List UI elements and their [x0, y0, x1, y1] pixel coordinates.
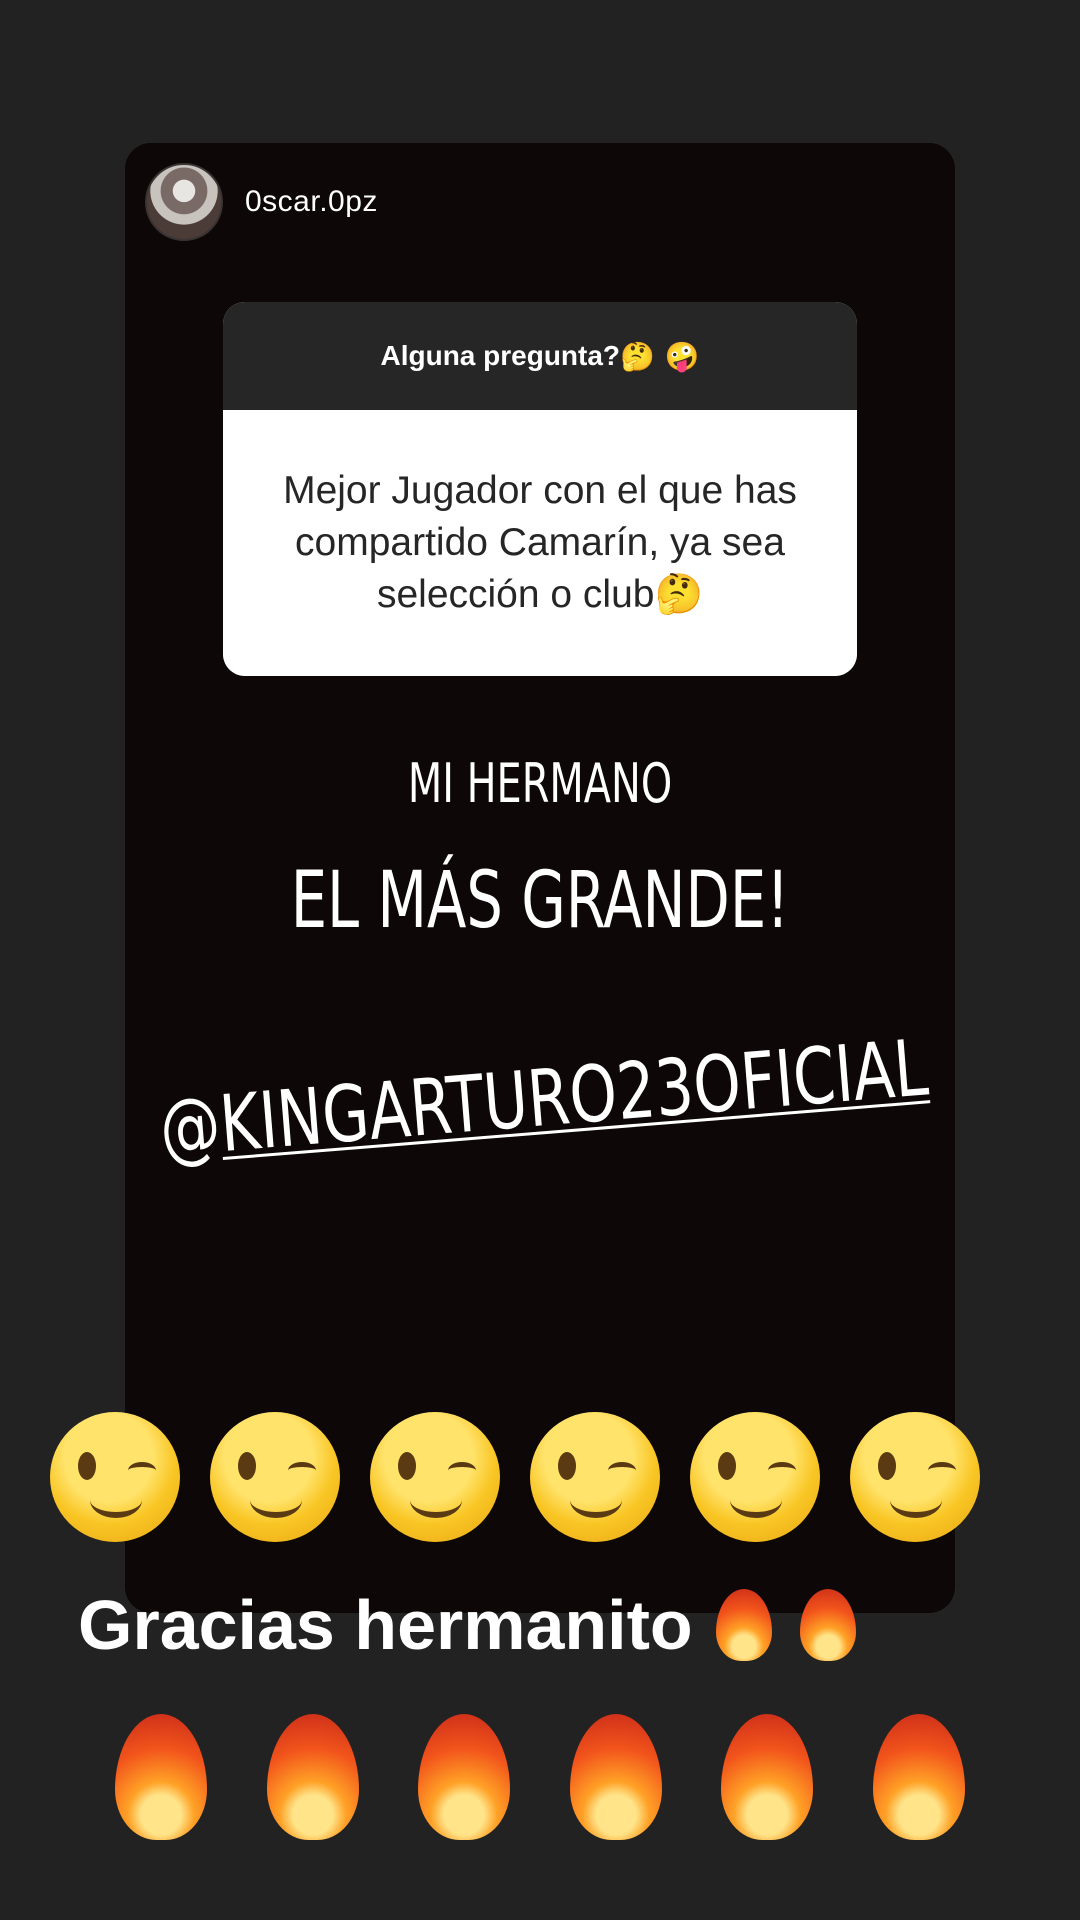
fire-emoji-icon: [408, 1710, 520, 1846]
wink-emoji-row: [50, 1412, 980, 1542]
fire-emoji-icon: [795, 1585, 861, 1665]
wink-emoji-icon: [530, 1412, 660, 1542]
question-sticker-header: Alguna pregunta? 🤔 🤪: [223, 302, 857, 410]
avatar[interactable]: [145, 163, 223, 241]
story-text-line-2: EL MÁS GRANDE!: [290, 856, 790, 946]
thinking-emoji-icon: 🤔 🤪: [620, 339, 700, 373]
fire-emoji-icon: [863, 1710, 975, 1846]
username[interactable]: 0scar.0pz: [245, 185, 378, 219]
wink-emoji-icon: [50, 1412, 180, 1542]
mention-at: @: [156, 1080, 224, 1175]
fire-emoji-icon: [560, 1710, 672, 1846]
fire-emoji-row: [105, 1710, 975, 1846]
thanks-text: Gracias hermanito: [78, 1586, 693, 1664]
question-sticker: Alguna pregunta? 🤔 🤪 Mejor Jugador con e…: [223, 302, 857, 676]
wink-emoji-icon: [690, 1412, 820, 1542]
story-text-line-1: MI HERMANO: [407, 752, 673, 815]
thinking-emoji-icon: 🤔: [654, 572, 704, 617]
wink-emoji-icon: [850, 1412, 980, 1542]
fire-emoji-icon: [105, 1710, 217, 1846]
fire-emoji-icon: [711, 1585, 777, 1665]
question-sticker-title: Alguna pregunta?: [380, 340, 621, 371]
thanks-caption: Gracias hermanito: [78, 1585, 861, 1665]
wink-emoji-icon: [370, 1412, 500, 1542]
fire-emoji-icon: [711, 1710, 823, 1846]
question-text: Mejor Jugador con el que has compartido …: [223, 410, 857, 676]
wink-emoji-icon: [210, 1412, 340, 1542]
question-body: Mejor Jugador con el que has compartido …: [283, 469, 797, 616]
story-header: 0scar.0pz: [145, 163, 378, 241]
fire-emoji-icon: [257, 1710, 369, 1846]
